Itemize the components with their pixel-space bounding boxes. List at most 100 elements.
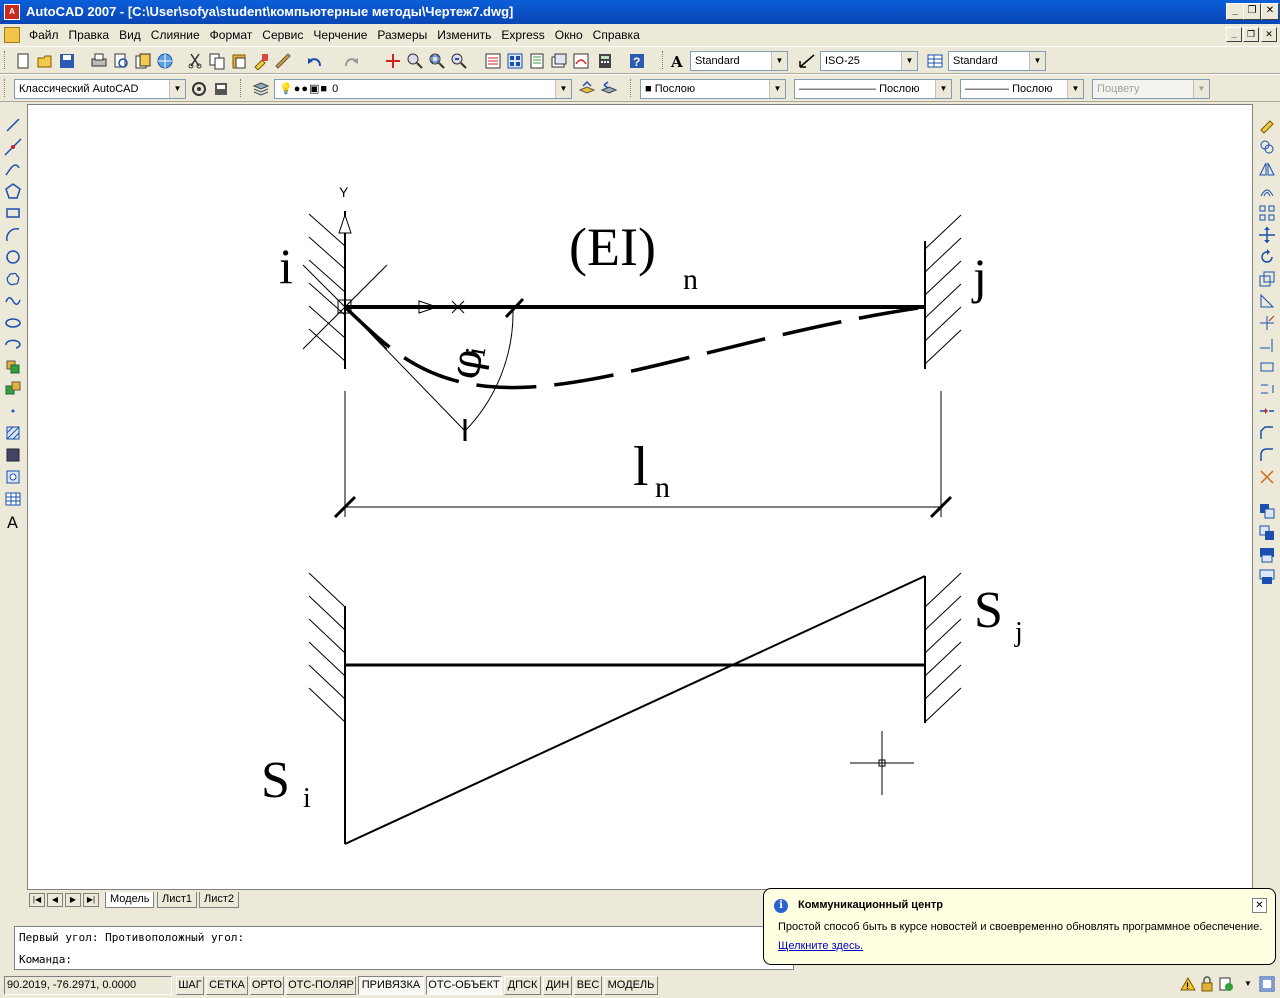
gradient-icon[interactable] — [4, 446, 22, 464]
design-center-icon[interactable] — [506, 52, 524, 70]
markup-set-icon[interactable] — [572, 52, 590, 70]
autocad-app-icon[interactable]: A — [4, 4, 20, 20]
redo-icon[interactable] — [342, 52, 360, 70]
chevron-down-icon[interactable]: ▼ — [1029, 52, 1045, 70]
doc-minimize-button[interactable]: _ — [1226, 27, 1242, 42]
color-select[interactable]: ■ Послою ▼ — [640, 79, 786, 99]
stretch-icon[interactable] — [1258, 292, 1276, 310]
status-button-9[interactable]: МОДЕЛЬ — [604, 976, 658, 995]
trim-icon[interactable] — [1258, 314, 1276, 332]
point-icon[interactable] — [4, 402, 22, 420]
tab-first-button[interactable]: |◀ — [29, 893, 45, 907]
ellipse-icon[interactable] — [4, 314, 22, 332]
break-icon[interactable] — [1258, 380, 1276, 398]
workspace-select[interactable]: Классический AutoCAD ▼ — [14, 79, 186, 99]
make-block-icon[interactable] — [4, 380, 22, 398]
publish-web-icon[interactable] — [156, 52, 174, 70]
menu-item-4[interactable]: Формат — [205, 28, 258, 42]
polyline-icon[interactable] — [4, 160, 22, 178]
menu-item-8[interactable]: Изменить — [432, 28, 496, 42]
spline-icon[interactable] — [4, 292, 22, 310]
chevron-down-icon[interactable]: ▼ — [771, 52, 787, 70]
line-icon[interactable] — [4, 116, 22, 134]
array-icon[interactable] — [1258, 204, 1276, 222]
document-icon[interactable] — [4, 27, 20, 43]
tab-sheet1[interactable]: Лист1 — [157, 892, 198, 908]
workspace-save-icon[interactable] — [212, 80, 230, 98]
construction-line-icon[interactable] — [4, 138, 22, 156]
tool-palettes-icon[interactable] — [528, 52, 546, 70]
toolbar-grip[interactable] — [4, 51, 7, 69]
properties-icon[interactable] — [484, 52, 502, 70]
copy-object-icon[interactable] — [1258, 138, 1276, 156]
menu-item-11[interactable]: Справка — [588, 28, 645, 42]
polygon-icon[interactable] — [4, 182, 22, 200]
insert-block-icon[interactable] — [4, 358, 22, 376]
zoom-realtime-icon[interactable] — [406, 52, 424, 70]
text-style-select[interactable]: Standard ▼ — [690, 51, 788, 71]
fillet-icon[interactable] — [1258, 446, 1276, 464]
calculator-icon[interactable] — [596, 52, 614, 70]
table-icon[interactable] — [4, 490, 22, 508]
close-button[interactable]: ✕ — [1261, 3, 1279, 20]
paste-icon[interactable] — [230, 52, 248, 70]
ellipse-arc-icon[interactable] — [4, 336, 22, 354]
rectangle-icon[interactable] — [4, 204, 22, 222]
circle-icon[interactable] — [4, 248, 22, 266]
chevron-down-icon[interactable]: ▼ — [901, 52, 917, 70]
erase-icon[interactable] — [1258, 116, 1276, 134]
status-button-0[interactable]: ШАГ — [176, 976, 204, 995]
menu-item-2[interactable]: Вид — [114, 28, 146, 42]
extend-icon[interactable] — [1258, 336, 1276, 354]
table-style-icon[interactable] — [926, 52, 944, 70]
toolbar-grip[interactable] — [630, 79, 633, 97]
minimize-button[interactable]: _ — [1226, 3, 1244, 20]
dim-style-icon[interactable] — [798, 52, 816, 70]
break-at-point-icon[interactable] — [1258, 358, 1276, 376]
lock-tray-icon[interactable] — [1199, 976, 1215, 992]
status-button-7[interactable]: ДИН — [543, 976, 572, 995]
block-editor-icon[interactable] — [274, 52, 292, 70]
title-bar[interactable]: A AutoCAD 2007 - [C:\User\sofya\student\… — [0, 0, 1280, 24]
balloon-close-button[interactable]: ✕ — [1252, 898, 1267, 913]
hatch-icon[interactable] — [4, 424, 22, 442]
chamfer-icon[interactable] — [1258, 424, 1276, 442]
status-button-5[interactable]: ОТС-ОБЪЕКТ — [426, 976, 502, 995]
send-under-icon[interactable] — [1258, 568, 1276, 586]
plot-icon[interactable] — [90, 52, 108, 70]
chevron-down-icon[interactable]: ▼ — [169, 80, 185, 98]
match-properties-icon[interactable] — [252, 52, 270, 71]
sheet-set-icon[interactable] — [550, 52, 568, 70]
coordinates-readout[interactable]: 90.2019, -76.2971, 0.0000 — [4, 976, 172, 995]
layer-previous-icon[interactable] — [600, 80, 618, 98]
menu-item-10[interactable]: Окно — [550, 28, 588, 42]
status-button-3[interactable]: ОТС-ПОЛЯР — [286, 976, 356, 995]
status-button-4[interactable]: ПРИВЯЗКА — [358, 976, 424, 995]
make-current-layer-icon[interactable] — [578, 80, 596, 98]
warning-tray-icon[interactable]: ! — [1180, 976, 1196, 992]
status-button-2[interactable]: ОРТО — [250, 976, 284, 995]
move-icon[interactable] — [1258, 226, 1276, 244]
menu-item-3[interactable]: Слияние — [146, 28, 205, 42]
explode-icon[interactable] — [1258, 468, 1276, 486]
linetype-select[interactable]: ——————— Послою ▼ — [794, 79, 952, 99]
command-prompt[interactable]: Команда: — [19, 953, 72, 966]
offset-icon[interactable] — [1258, 182, 1276, 200]
bring-front-icon[interactable] — [1258, 502, 1276, 520]
doc-close-button[interactable]: ✕ — [1261, 27, 1277, 42]
menu-item-1[interactable]: Правка — [64, 28, 115, 42]
balloon-link[interactable]: Щелкните здесь. — [778, 940, 863, 952]
tab-prev-button[interactable]: ◀ — [47, 893, 63, 907]
comm-center-tray-icon[interactable] — [1218, 976, 1234, 992]
tab-last-button[interactable]: ▶| — [83, 893, 99, 907]
chevron-down-icon[interactable]: ▼ — [935, 80, 951, 98]
multiline-text-icon[interactable]: A — [4, 512, 22, 532]
toolbar-grip[interactable] — [662, 51, 665, 69]
save-icon[interactable] — [58, 52, 76, 70]
pan-icon[interactable] — [384, 52, 402, 70]
scale-icon[interactable] — [1258, 270, 1276, 288]
tab-model[interactable]: Модель — [105, 892, 155, 908]
doc-restore-button[interactable]: ❐ — [1243, 27, 1259, 42]
menu-item-9[interactable]: Express — [496, 28, 549, 42]
tab-next-button[interactable]: ▶ — [65, 893, 81, 907]
